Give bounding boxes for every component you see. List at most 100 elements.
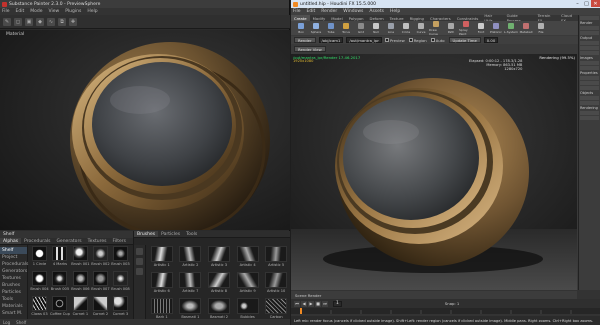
alpha-item[interactable]: 4 Marks — [50, 246, 70, 270]
log-tab[interactable]: Log — [3, 320, 10, 325]
painter-menu-file[interactable]: File — [2, 9, 10, 14]
preview-checkbox[interactable]: Preview — [384, 38, 405, 43]
shelf-tool-button[interactable]: File — [534, 22, 548, 34]
alpha-item[interactable]: Brush 003 — [111, 246, 130, 270]
search-icon[interactable] — [136, 258, 143, 265]
shelf-tab-alphas[interactable]: Alphas — [0, 238, 22, 244]
panel-field[interactable] — [580, 111, 599, 115]
auto-checkbox[interactable]: Auto — [430, 38, 445, 43]
shelf-tool-button[interactable]: Torus — [339, 22, 353, 34]
brush-item[interactable]: Artistic 6 — [148, 272, 176, 297]
brush-item[interactable]: Artistic 4 — [234, 246, 262, 271]
camera-field[interactable]: /obj/cam1 — [318, 37, 344, 43]
panel-field[interactable] — [580, 96, 599, 100]
picker-icon[interactable]: ✚ — [69, 17, 77, 26]
shelf-tool-button[interactable]: Path — [444, 22, 458, 34]
shelf-tool-button[interactable]: Curve — [414, 22, 428, 34]
panel-field[interactable] — [580, 26, 599, 30]
update-time-field[interactable]: 0.00 — [483, 37, 499, 43]
region-checkbox[interactable]: Region — [408, 38, 427, 43]
shelf-category[interactable]: Smart M. — [0, 310, 27, 317]
stop-icon[interactable]: ■ — [315, 300, 321, 307]
shelf-category[interactable]: Tools — [0, 296, 27, 303]
houdini-menu-edit[interactable]: Edit — [307, 9, 316, 14]
panel-field[interactable] — [580, 51, 599, 55]
shelf-tool-button[interactable]: Grid — [354, 22, 368, 34]
shelf-category[interactable]: Project — [0, 254, 27, 261]
last-frame-icon[interactable]: ⏭ — [322, 300, 328, 307]
shelf-tool-button[interactable]: Line — [384, 22, 398, 34]
projection-icon[interactable]: ▣ — [25, 17, 33, 26]
alpha-item[interactable]: Claws 03 — [30, 296, 49, 320]
alpha-item[interactable]: Brush 004 — [30, 271, 49, 295]
panel-field[interactable] — [580, 41, 599, 45]
polygon-fill-icon[interactable]: ◆ — [36, 17, 44, 26]
shelf-tool-button[interactable]: Font — [474, 22, 488, 34]
brush-item[interactable]: Artistic 10 — [262, 272, 290, 297]
shelf-category[interactable]: Particles — [0, 289, 27, 296]
alpha-item[interactable]: Cornet 2 — [91, 296, 110, 320]
shelf-tab-textures[interactable]: Textures — [85, 238, 110, 244]
shelf-category[interactable]: Procedurals — [0, 261, 28, 268]
panel-field[interactable] — [580, 86, 599, 90]
shelf-tool-button[interactable]: Draw Curve — [429, 20, 443, 36]
first-frame-icon[interactable]: ⏮ — [294, 300, 300, 307]
render-button[interactable]: Render — [294, 37, 316, 43]
painter-viewport[interactable] — [0, 30, 290, 230]
shelf-tool-button[interactable]: Sphere — [309, 22, 323, 34]
update-time-button[interactable]: Update Time — [448, 37, 481, 43]
panel-field[interactable] — [580, 101, 599, 105]
houdini-render-viewport[interactable] — [291, 54, 577, 290]
smudge-icon[interactable]: ∿ — [47, 17, 55, 26]
panel-field[interactable] — [580, 116, 599, 120]
brush-tab-brushes[interactable]: Brushes — [134, 231, 159, 237]
scene-render-label[interactable]: Scene Render — [295, 293, 321, 298]
brush-item[interactable]: Artistic 9 — [234, 272, 262, 297]
painter-menu-edit[interactable]: Edit — [16, 9, 25, 14]
houdini-menu-assets[interactable]: Assets — [369, 9, 384, 14]
step-back-icon[interactable]: ◀ — [301, 300, 307, 307]
panel-field[interactable] — [580, 46, 599, 50]
brush-item[interactable]: Artistic 3 — [205, 246, 233, 271]
folder-icon[interactable] — [136, 268, 143, 275]
alpha-item[interactable]: Cornet 1 — [71, 296, 90, 320]
houdini-menu-render[interactable]: Render — [321, 9, 337, 14]
render-view-tab-label[interactable]: Render View — [294, 46, 326, 52]
clone-icon[interactable]: ⧉ — [58, 17, 66, 26]
eraser-icon[interactable]: ◻ — [14, 17, 22, 26]
brush-item[interactable]: Artistic 7 — [177, 272, 205, 297]
brush-item[interactable]: Artistic 8 — [205, 272, 233, 297]
shelf-category[interactable]: Brushes — [0, 282, 27, 289]
renderer-field[interactable]: /out/mantra_ipr — [346, 37, 382, 43]
shelf-tool-button[interactable]: Metaball — [519, 22, 533, 34]
shelf-category[interactable]: Materials — [0, 303, 27, 310]
maximize-icon[interactable]: □ — [582, 0, 591, 7]
shelf-tab-filters[interactable]: Filters — [109, 238, 129, 244]
shelf-tool-button[interactable]: L-System — [504, 22, 518, 34]
painter-menu-help[interactable]: Help — [87, 9, 97, 14]
brush-tab-particles[interactable]: Particles — [158, 231, 183, 237]
brush-item[interactable]: Artistic 5 — [262, 246, 290, 271]
shelf-tool-button[interactable]: Null — [369, 22, 383, 34]
panel-field[interactable] — [580, 61, 599, 65]
alpha-item[interactable]: Brush 007 — [91, 271, 110, 295]
panel-tab-bar[interactable] — [580, 16, 599, 20]
current-frame-field[interactable]: 1 — [333, 300, 342, 307]
brush-item[interactable]: Artistic 2 — [177, 246, 205, 271]
shelf-tab[interactable]: Shelf — [16, 320, 26, 325]
shelf-tool-button[interactable]: Platonic — [489, 22, 503, 34]
painter-menu-plugins[interactable]: Plugins — [65, 9, 81, 14]
shelf-tool-button[interactable]: Spray Paint — [459, 20, 473, 36]
houdini-menu-windows[interactable]: Windows — [343, 9, 363, 14]
alpha-item[interactable]: Cornet 3 — [111, 296, 130, 320]
brush-tab-tools[interactable]: Tools — [183, 231, 200, 237]
houdini-menu-help[interactable]: Help — [390, 9, 400, 14]
shelf-category[interactable]: Textures — [0, 275, 27, 282]
play-icon[interactable]: ▶ — [308, 300, 314, 307]
shelf-tool-button[interactable]: Box — [294, 22, 308, 34]
panel-field[interactable] — [580, 81, 599, 85]
shelf-tool-button[interactable]: Tube — [324, 22, 338, 34]
alpha-item[interactable]: Coffee Cup — [50, 296, 70, 320]
panel-field[interactable] — [580, 76, 599, 80]
shelf-tab-generators[interactable]: Generators — [53, 238, 84, 244]
